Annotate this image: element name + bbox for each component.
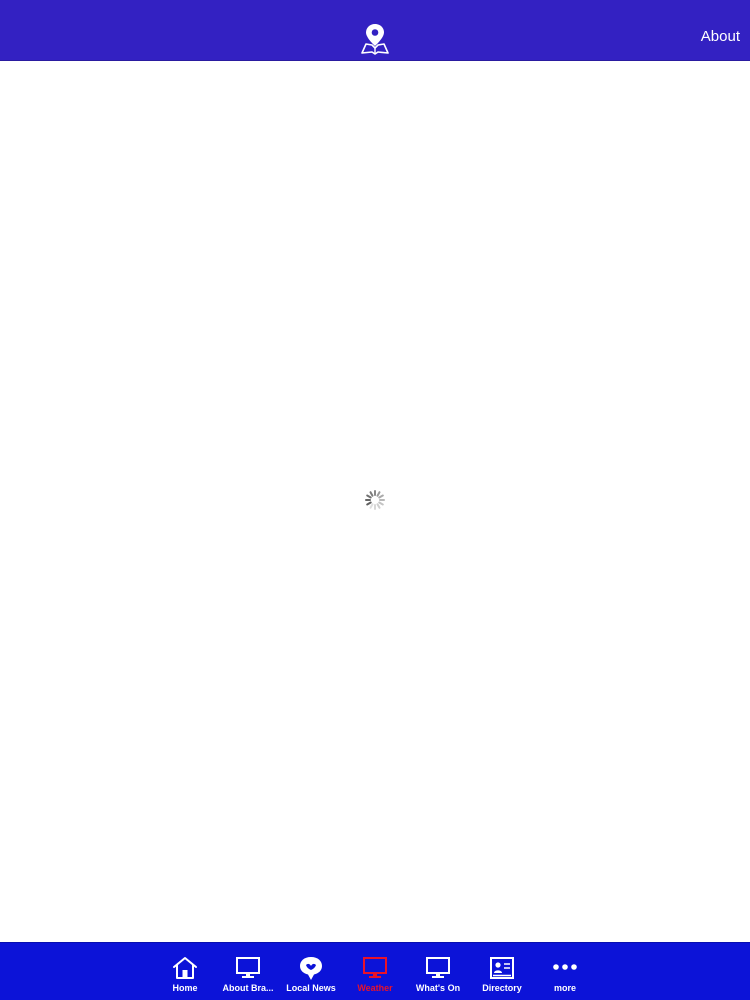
about-link[interactable]: About	[701, 28, 740, 46]
tab-local-news[interactable]: Local News	[279, 943, 343, 1000]
tab-directory[interactable]: Directory	[470, 943, 534, 1000]
loading-spinner-icon	[365, 490, 385, 510]
map-pin-icon	[361, 24, 389, 55]
app-window: About Home About Bra... Local News Weath…	[0, 0, 750, 1000]
tab-label: more	[553, 983, 576, 993]
tab-weather[interactable]: Weather	[343, 943, 407, 1000]
contact-card-icon	[490, 957, 514, 979]
tab-label: Home	[172, 983, 198, 993]
monitor-icon	[426, 957, 450, 978]
speech-bubble-icon	[300, 957, 322, 980]
home-icon	[173, 957, 197, 979]
tab-whats-on[interactable]: What's On	[406, 943, 470, 1000]
tab-bar: Home About Bra... Local News Weather Wha…	[0, 942, 750, 1000]
tab-about-bra[interactable]: About Bra...	[216, 943, 280, 1000]
tab-label: About Bra...	[222, 983, 274, 993]
monitor-icon	[363, 957, 387, 978]
tab-label: Weather	[357, 983, 393, 993]
tab-home[interactable]: Home	[153, 943, 217, 1000]
top-bar: About	[0, 0, 750, 61]
more-dots-icon	[553, 964, 577, 970]
tab-more[interactable]: more	[533, 943, 597, 1000]
tab-label: Directory	[482, 983, 522, 993]
tab-label: Local News	[286, 983, 336, 993]
tab-label: What's On	[415, 983, 461, 993]
monitor-icon	[236, 957, 260, 978]
